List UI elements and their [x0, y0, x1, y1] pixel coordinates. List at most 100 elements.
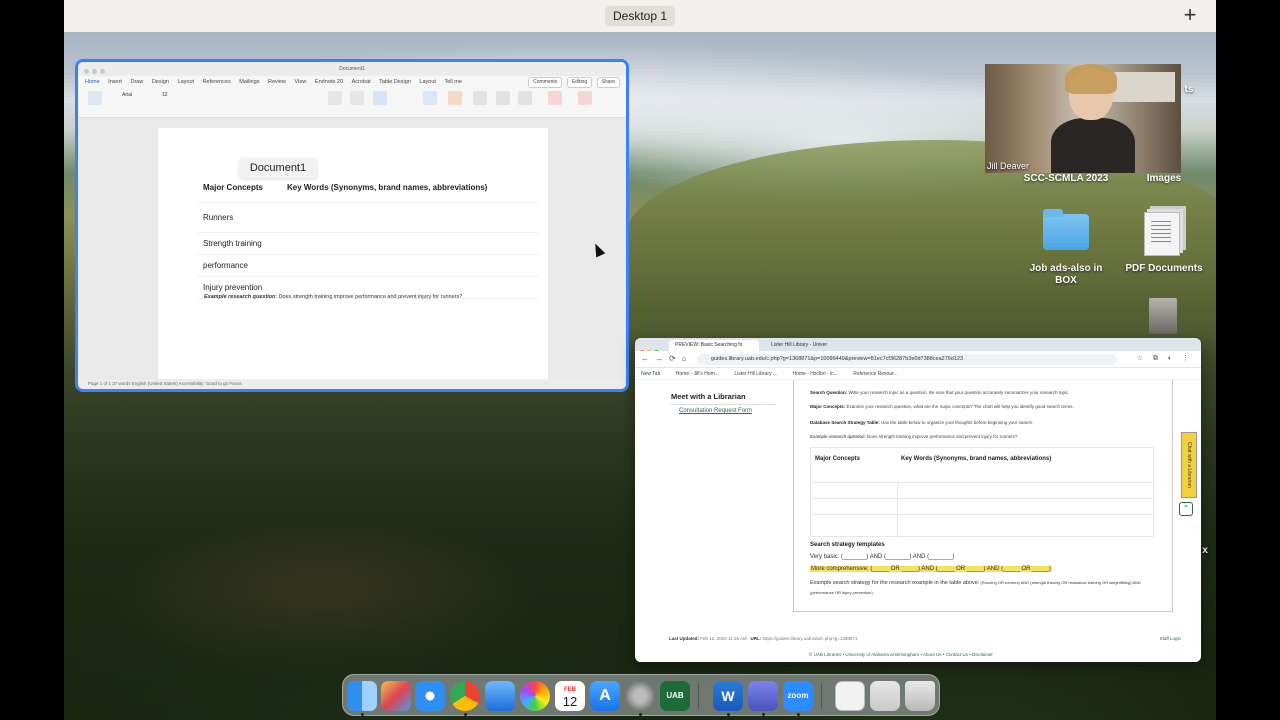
- tab-tell-me[interactable]: Tell me: [444, 76, 461, 88]
- font-name-select[interactable]: Arial: [122, 92, 132, 98]
- folder-icon[interactable]: [1043, 209, 1089, 250]
- templates-title: Search strategy templates: [810, 542, 885, 548]
- editor-icon[interactable]: [423, 91, 437, 105]
- safari-icon[interactable]: [415, 681, 445, 711]
- consultation-link[interactable]: Consultation Request Form: [679, 408, 752, 414]
- chrome-window[interactable]: PREVIEW: Basic Searching fo Lister Hill …: [635, 338, 1201, 662]
- system-settings-icon[interactable]: [625, 681, 655, 711]
- trash-icon[interactable]: [905, 681, 935, 711]
- comments-button[interactable]: Comments: [528, 77, 563, 88]
- launchpad-icon[interactable]: [381, 681, 411, 711]
- tab-draw[interactable]: Draw: [131, 76, 144, 88]
- divider: [671, 404, 775, 405]
- table-row-line: [811, 482, 1155, 483]
- uab-it-icon[interactable]: UAB: [660, 681, 690, 711]
- tab-insert[interactable]: Insert: [108, 76, 122, 88]
- tab-references[interactable]: References: [203, 76, 231, 88]
- word-window[interactable]: Document1 Home Insert Draw Design Layout…: [75, 59, 629, 392]
- table-cell-concept[interactable]: performance: [198, 254, 282, 277]
- chrome-icon[interactable]: [450, 681, 480, 711]
- table-cell-keywords[interactable]: [282, 202, 538, 233]
- desktop-1-space[interactable]: Desktop 1: [605, 6, 675, 26]
- staff-login-link[interactable]: Staff Login: [1160, 636, 1181, 641]
- request-signatures-icon[interactable]: [578, 91, 592, 105]
- desktop-item-pdf-documents[interactable]: PDF Documents: [1120, 263, 1208, 275]
- tab-view[interactable]: View: [295, 76, 307, 88]
- share-button[interactable]: Share: [596, 77, 620, 88]
- participant-body: [1051, 118, 1135, 173]
- dock-separator: [821, 683, 822, 709]
- styles-icon[interactable]: [328, 91, 342, 105]
- bookmark-item[interactable]: Reference Resour...: [853, 371, 897, 377]
- tab-design[interactable]: Design: [152, 76, 169, 88]
- browser-extension-icons[interactable]: ☆ ⧉ ◐ ⋮: [1137, 354, 1193, 363]
- guide-line-text: Use the table below to organize your tho…: [879, 420, 1034, 425]
- tab-table-design[interactable]: Table Design: [379, 76, 411, 88]
- bookmark-item[interactable]: Home - Jill's Hom...: [676, 371, 719, 377]
- table-header-major-concepts: Major Concepts: [815, 456, 861, 462]
- dictate-icon[interactable]: [373, 91, 387, 105]
- add-desktop-button[interactable]: +: [1178, 3, 1202, 27]
- calendar-icon[interactable]: FEB 12: [555, 681, 585, 711]
- guide-line-label: Example research question: [810, 434, 865, 439]
- create-pdf-icon[interactable]: [548, 91, 562, 105]
- word-window-title: Document1: [339, 66, 365, 72]
- send-signature-icon[interactable]: [496, 91, 510, 105]
- document-page[interactable]: Major Concepts Key Words (Synonyms, bran…: [158, 128, 548, 382]
- address-bar[interactable]: guides.library.uab.edu/c.php?g=1368871&p…: [697, 354, 1117, 365]
- guide-line-text: Examine your research question, what are…: [845, 404, 1074, 409]
- desktop-item-scc-scmla[interactable]: SCC-SCMLA 2023: [1022, 173, 1110, 185]
- running-indicator: [797, 713, 800, 716]
- paste-icon[interactable]: [88, 91, 102, 105]
- browser-tab[interactable]: Lister Hill Library - Univer: [765, 340, 855, 351]
- teams-icon[interactable]: [748, 681, 778, 711]
- fill-sign-icon[interactable]: [473, 91, 487, 105]
- back-to-top-icon[interactable]: ⌃: [1179, 502, 1193, 516]
- bookmark-item[interactable]: Lister Hill Library ...: [734, 371, 777, 377]
- word-icon[interactable]: W: [713, 681, 743, 711]
- desktop-item-job-ads[interactable]: Job ads-also in BOX: [1022, 263, 1110, 287]
- guide-line-text: Write your research topic as a question.…: [847, 390, 1070, 395]
- tab-endnote[interactable]: Endnote 20: [315, 76, 343, 88]
- app-store-icon[interactable]: A: [590, 681, 620, 711]
- table-cell-concept[interactable]: Runners: [198, 202, 282, 233]
- signatures-icon[interactable]: [518, 91, 532, 105]
- chat-with-librarian-tab[interactable]: Chat with a Librarian: [1181, 432, 1197, 498]
- pdf-documents-icon[interactable]: [1144, 212, 1180, 256]
- guide-line: Database Search Strategy Table: Use the …: [810, 420, 1033, 425]
- finder-icon[interactable]: [347, 681, 377, 711]
- documents-stack-icon[interactable]: [835, 681, 865, 711]
- video-participant-tile[interactable]: Jill Deaver: [985, 64, 1181, 173]
- styles-pane-icon[interactable]: [350, 91, 364, 105]
- nav-buttons-icon[interactable]: ←→⟳⌂: [641, 354, 693, 363]
- url-value[interactable]: https://guides.library.uab.edu/c.php?g=1…: [763, 636, 858, 641]
- bookmark-item[interactable]: New Tab: [641, 371, 660, 377]
- last-updated-label: Last Updated:: [669, 636, 700, 641]
- zoom-icon[interactable]: zoom: [783, 681, 813, 711]
- table-header-keywords[interactable]: Key Words (Synonyms, brand names, abbrev…: [282, 174, 538, 203]
- tab-mailings[interactable]: Mailings: [239, 76, 259, 88]
- downloads-stack-icon[interactable]: [870, 681, 900, 711]
- table-header-major-concepts[interactable]: Major Concepts: [198, 174, 282, 203]
- browser-tab-active[interactable]: PREVIEW: Basic Searching fo: [669, 340, 759, 351]
- editing-button[interactable]: Editing: [566, 77, 593, 88]
- table-cell-keywords[interactable]: [282, 232, 538, 255]
- table-cell-concept[interactable]: Strength training: [198, 232, 282, 255]
- table-col-line: [897, 482, 898, 538]
- table-cell-keywords[interactable]: [282, 254, 538, 277]
- table-row-line: [811, 514, 1155, 515]
- bookmark-item[interactable]: Home - Hsclbrl - lc...: [793, 371, 838, 377]
- font-size-select[interactable]: 12: [162, 92, 168, 98]
- tab-review[interactable]: Review: [268, 76, 286, 88]
- table-header-keywords: Key Words (Synonyms, brand names, abbrev…: [901, 456, 1052, 462]
- photo-file-icon[interactable]: [1149, 298, 1177, 334]
- copilot-icon[interactable]: [448, 91, 462, 105]
- tab-layout[interactable]: Layout: [178, 76, 195, 88]
- photos-icon[interactable]: [520, 681, 550, 711]
- running-indicator: [727, 713, 730, 716]
- desktop-item-images[interactable]: Images: [1140, 173, 1188, 185]
- preview-icon[interactable]: [485, 681, 515, 711]
- tab-acrobat[interactable]: Acrobat: [352, 76, 371, 88]
- tab-table-layout[interactable]: Layout: [419, 76, 436, 88]
- dock: FEB 12 A UAB W zoom: [342, 674, 940, 716]
